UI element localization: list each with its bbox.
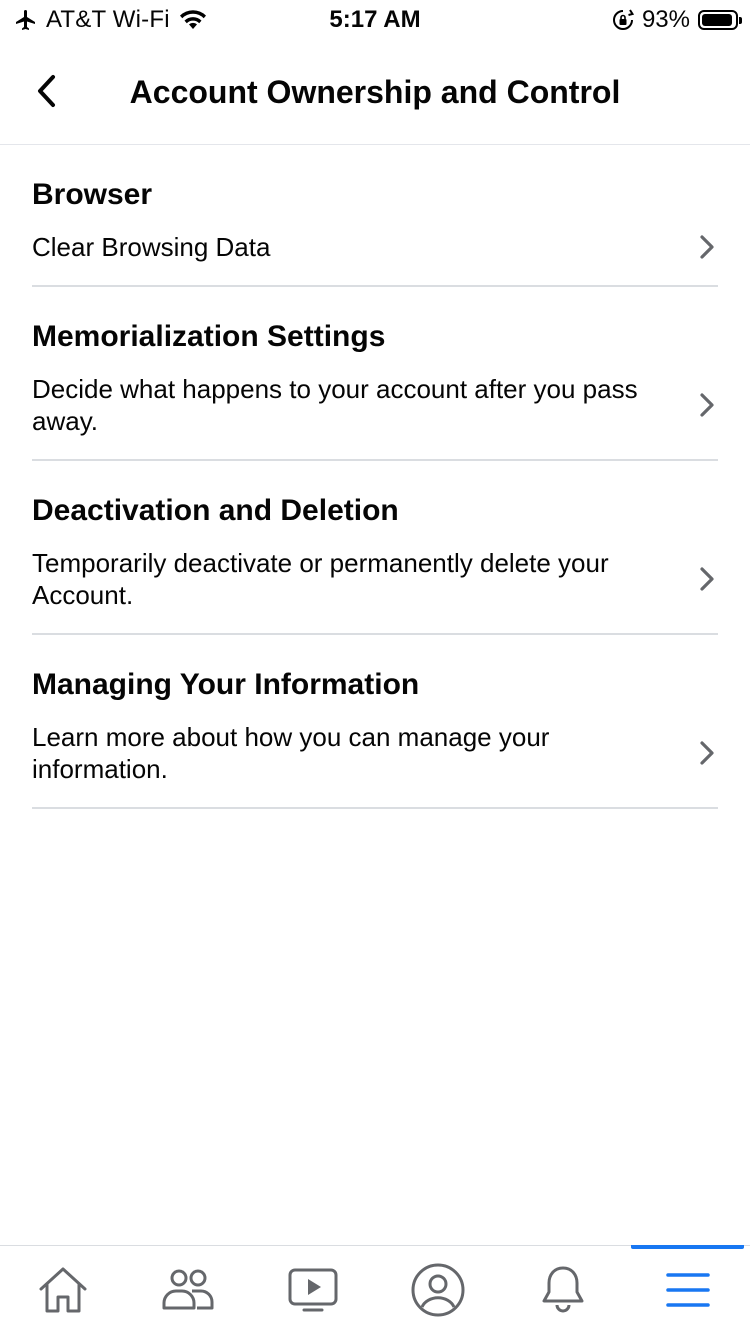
section-title: Browser — [32, 178, 153, 211]
section-browser: Browser Clear Browsing Data — [32, 145, 718, 287]
settings-list: Browser Clear Browsing Data Memorializat… — [32, 145, 718, 809]
chevron-right-icon — [700, 393, 714, 417]
battery-level — [702, 14, 732, 26]
chevron-right-icon — [700, 235, 714, 259]
orientation-lock-icon — [612, 9, 634, 30]
status-bar: AT&T Wi-Fi 5:17 AM 93% — [0, 0, 750, 40]
battery-icon — [698, 10, 742, 30]
page-header: Account Ownership and Control — [0, 40, 750, 145]
battery-percent: 93% — [641, 6, 690, 33]
row-description: Decide what happens to your account afte… — [32, 374, 638, 436]
tab-watch[interactable] — [250, 1246, 375, 1334]
section-managing-information: Managing Your Information Learn more abo… — [32, 635, 718, 809]
section-title: Memorialization Settings — [32, 320, 386, 353]
home-icon — [39, 1267, 86, 1313]
tab-notifications[interactable] — [500, 1246, 625, 1334]
bottom-tab-bar — [0, 1245, 750, 1334]
memorialization-settings-row[interactable]: Decide what happens to your account afte… — [32, 355, 718, 459]
row-description: Temporarily deactivate or permanently de… — [32, 548, 609, 610]
tab-profile[interactable] — [375, 1246, 500, 1334]
status-right: 93% — [612, 6, 742, 34]
chevron-right-icon — [700, 567, 714, 591]
video-icon — [288, 1268, 337, 1312]
profile-icon — [411, 1263, 464, 1317]
clear-browsing-data-row[interactable]: Clear Browsing Data — [32, 213, 718, 285]
section-title: Deactivation and Deletion — [32, 494, 399, 527]
managing-information-row[interactable]: Learn more about how you can manage your… — [32, 703, 718, 807]
row-description: Learn more about how you can manage your… — [32, 722, 550, 784]
row-description: Clear Browsing Data — [32, 232, 271, 262]
menu-icon — [665, 1273, 710, 1307]
deactivation-deletion-row[interactable]: Temporarily deactivate or permanently de… — [32, 529, 718, 633]
section-title: Managing Your Information — [32, 668, 420, 701]
section-deactivation: Deactivation and Deletion Temporarily de… — [32, 461, 718, 635]
tab-friends[interactable] — [125, 1246, 250, 1334]
page-title: Account Ownership and Control — [129, 74, 621, 110]
tab-menu[interactable] — [625, 1245, 750, 1334]
section-memorialization: Memorialization Settings Decide what hap… — [32, 287, 718, 461]
friends-icon — [162, 1269, 213, 1310]
chevron-right-icon — [700, 741, 714, 765]
bell-icon — [542, 1266, 583, 1313]
tab-home[interactable] — [0, 1246, 125, 1334]
